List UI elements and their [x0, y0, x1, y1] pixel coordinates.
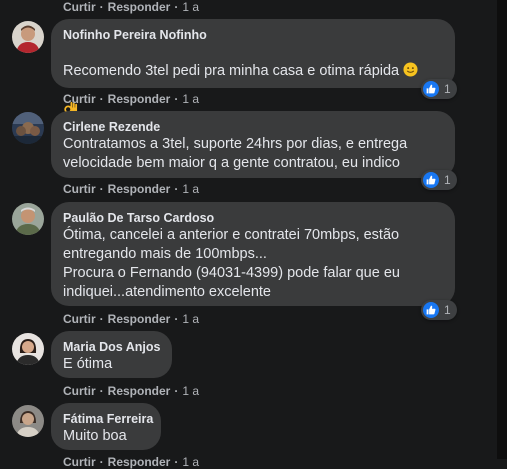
separator: ·: [174, 92, 179, 106]
comment-text-line: entregando mais de 100mbps...: [63, 246, 267, 262]
comment-text-line: Procura o Fernando (94031-4399) pode fal…: [63, 265, 400, 281]
like-link[interactable]: Curtir: [63, 455, 96, 469]
separator: ·: [99, 182, 104, 196]
comment-text: Contratamos a 3tel, suporte 24hrs por di…: [63, 135, 443, 173]
reply-link[interactable]: Responder: [108, 384, 171, 398]
comment-bubble: Fátima Ferreira Muito boa: [51, 403, 161, 450]
comment-actions: Curtir · Responder · 1 a: [63, 312, 199, 326]
reaction-summary[interactable]: 1: [421, 79, 457, 99]
comment-text-line: velocidade bem maior q a gente contratou…: [63, 155, 400, 171]
like-link[interactable]: Curtir: [63, 0, 96, 14]
reply-link[interactable]: Responder: [108, 0, 171, 14]
like-link[interactable]: Curtir: [63, 92, 96, 106]
comment-text-line: E ótima: [63, 356, 113, 372]
comment-actions: Curtir · Responder · 1 a: [63, 0, 199, 14]
comment-text: Muito boa: [63, 427, 149, 446]
separator: ·: [174, 0, 179, 14]
like-reaction-icon: [423, 172, 439, 188]
comment-text-line: indiquei...atendimento excelente: [63, 284, 271, 300]
timestamp[interactable]: 1 a: [182, 312, 199, 326]
comment-text-line: Ótima, cancelei a anterior e contratei 7…: [63, 227, 400, 243]
separator: ·: [99, 0, 104, 14]
slightly-smiling-face-icon: [403, 43, 418, 77]
separator: ·: [174, 182, 179, 196]
avatar[interactable]: [12, 405, 44, 437]
comment-author[interactable]: Fátima Ferreira: [63, 411, 153, 427]
comment-actions: Curtir · Responder · 1 a: [63, 182, 199, 196]
reply-link[interactable]: Responder: [108, 455, 171, 469]
avatar[interactable]: [12, 112, 44, 144]
separator: ·: [174, 455, 179, 469]
comment-author[interactable]: Maria Dos Anjos: [63, 339, 160, 355]
timestamp[interactable]: 1 a: [182, 0, 199, 14]
scrollbar[interactable]: [497, 0, 507, 459]
timestamp[interactable]: 1 a: [182, 384, 199, 398]
timestamp[interactable]: 1 a: [182, 92, 199, 106]
comment-bubble: Cirlene Rezende Contratamos a 3tel, supo…: [51, 111, 455, 178]
separator: ·: [99, 312, 104, 326]
comment-text-line: Contratamos a 3tel, suporte 24hrs por di…: [63, 136, 408, 152]
reaction-count: 1: [444, 82, 451, 96]
reaction-summary[interactable]: 1: [421, 300, 457, 320]
reply-link[interactable]: Responder: [108, 312, 171, 326]
comment-bubble: Maria Dos Anjos E ótima: [51, 331, 172, 378]
comment-author[interactable]: Paulão De Tarso Cardoso: [63, 210, 443, 226]
separator: ·: [174, 312, 179, 326]
comment-actions: Curtir · Responder · 1 a: [63, 384, 199, 398]
comment-bubble: Nofinho Pereira Nofinho Recomendo 3tel p…: [51, 19, 455, 114]
comment-author[interactable]: Cirlene Rezende: [63, 119, 443, 135]
timestamp[interactable]: 1 a: [182, 455, 199, 469]
like-link[interactable]: Curtir: [63, 312, 96, 326]
comment-text-line: Muito boa: [63, 428, 127, 444]
comment-actions: Curtir · Responder · 1 a: [63, 92, 199, 106]
reaction-summary[interactable]: 1: [421, 170, 457, 190]
comment-author[interactable]: Nofinho Pereira Nofinho: [63, 27, 443, 43]
reaction-count: 1: [444, 173, 451, 187]
separator: ·: [174, 384, 179, 398]
comment-text: Recomendo 3tel pedi pra minha casa e oti…: [63, 43, 443, 119]
reply-link[interactable]: Responder: [108, 182, 171, 196]
like-reaction-icon: [423, 81, 439, 97]
like-link[interactable]: Curtir: [63, 182, 96, 196]
comment-text: E ótima: [63, 355, 160, 374]
avatar[interactable]: [12, 21, 44, 53]
comment-bubble: Paulão De Tarso Cardoso Ótima, cancelei …: [51, 202, 455, 306]
reaction-count: 1: [444, 303, 451, 317]
like-link[interactable]: Curtir: [63, 384, 96, 398]
avatar[interactable]: [12, 333, 44, 365]
timestamp[interactable]: 1 a: [182, 182, 199, 196]
separator: ·: [99, 92, 104, 106]
comment-text-line: Recomendo 3tel pedi pra minha casa e oti…: [63, 63, 400, 79]
avatar[interactable]: [12, 203, 44, 235]
comment-text: Ótima, cancelei a anterior e contratei 7…: [63, 226, 443, 302]
reply-link[interactable]: Responder: [108, 92, 171, 106]
separator: ·: [99, 384, 104, 398]
like-reaction-icon: [423, 302, 439, 318]
separator: ·: [99, 455, 104, 469]
comment-actions: Curtir · Responder · 1 a: [63, 455, 199, 469]
